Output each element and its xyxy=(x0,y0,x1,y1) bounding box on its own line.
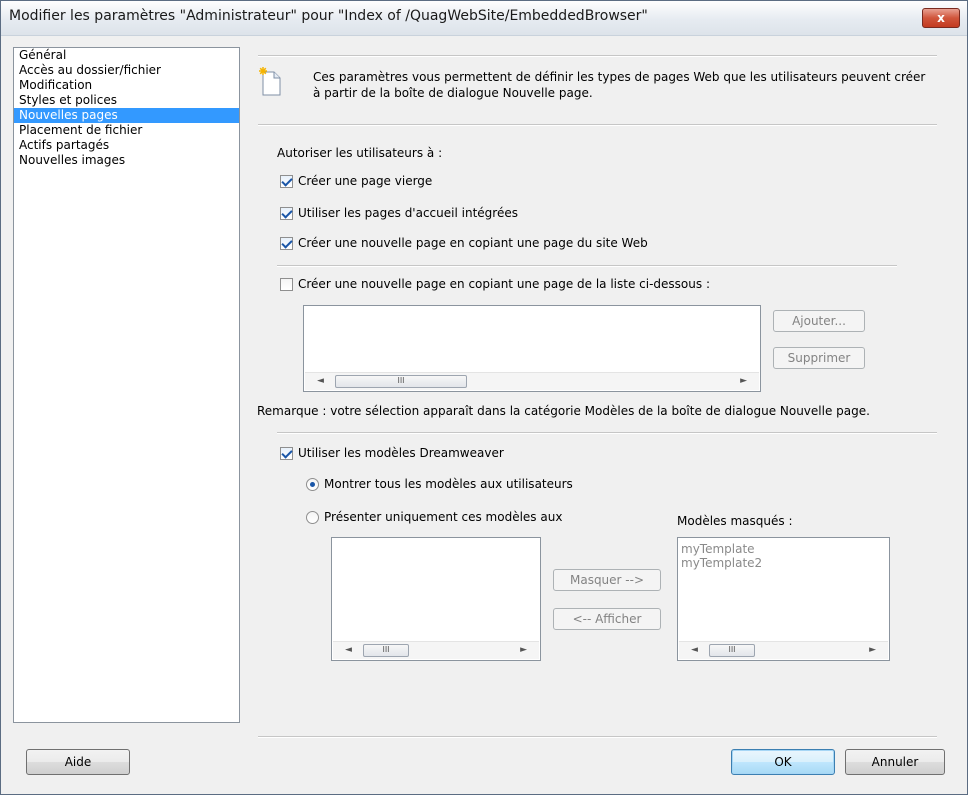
hidden-templates-label: Modèles masqués : xyxy=(677,514,793,528)
description-divider xyxy=(258,124,937,126)
page-description: Ces paramètres vous permettent de défini… xyxy=(313,70,926,100)
category-item-shared-assets[interactable]: Actifs partagés xyxy=(14,138,239,153)
page-list[interactable]: ◄ III ► xyxy=(303,305,761,392)
radio-circle[interactable] xyxy=(306,510,319,524)
show-template-button[interactable]: <-- Afficher xyxy=(553,608,661,630)
visible-templates-list[interactable]: ◄ III ► xyxy=(331,537,541,661)
preferences-dialog: Modifier les paramètres "Administrateur"… xyxy=(0,0,968,795)
list-item[interactable]: myTemplate2 xyxy=(678,556,889,570)
blank-page-label: Créer une page vierge xyxy=(298,174,433,188)
top-divider xyxy=(258,55,937,57)
help-button[interactable]: Aide xyxy=(26,749,130,775)
builtin-pages-label: Utiliser les pages d'accueil intégrées xyxy=(298,206,518,220)
show-some-templates-radio[interactable]: Présenter uniquement ces modèles aux xyxy=(306,510,562,524)
category-item-general[interactable]: Général xyxy=(14,48,239,63)
ok-button[interactable]: OK xyxy=(731,749,835,775)
hidden-templates-list[interactable]: myTemplate myTemplate2 ◄ III ► xyxy=(677,537,890,661)
page-list-scrollbar[interactable]: ◄ III ► xyxy=(305,372,759,390)
note-text: Remarque : votre sélection apparaît dans… xyxy=(257,404,870,418)
category-item-styles-fonts[interactable]: Styles et polices xyxy=(14,93,239,108)
checkbox-box[interactable] xyxy=(280,277,293,291)
allow-users-label: Autoriser les utilisateurs à : xyxy=(277,146,443,160)
scroll-left-icon[interactable]: ◄ xyxy=(317,376,324,386)
close-button[interactable]: x xyxy=(922,8,960,28)
show-all-templates-label: Montrer tous les modèles aux utilisateur… xyxy=(324,477,573,491)
visible-templates-scrollbar[interactable]: ◄ III ► xyxy=(333,641,539,659)
scroll-right-icon[interactable]: ► xyxy=(869,645,876,655)
category-list[interactable]: Général Accès au dossier/fichier Modific… xyxy=(13,47,240,723)
list-item[interactable]: myTemplate xyxy=(678,542,889,556)
title-bar[interactable]: Modifier les paramètres "Administrateur"… xyxy=(1,1,967,36)
show-some-templates-label: Présenter uniquement ces modèles aux xyxy=(324,510,563,524)
copy-site-page-checkbox[interactable]: Créer une nouvelle page en copiant une p… xyxy=(280,236,648,250)
category-item-file-placement[interactable]: Placement de fichier xyxy=(14,123,239,138)
scroll-thumb[interactable]: III xyxy=(335,375,467,388)
radio-circle[interactable] xyxy=(306,477,319,491)
scroll-right-icon[interactable]: ► xyxy=(740,376,747,386)
dreamweaver-templates-label: Utiliser les modèles Dreamweaver xyxy=(298,446,504,460)
copy-site-page-label: Créer une nouvelle page en copiant une p… xyxy=(298,236,648,250)
hide-template-button[interactable]: Masquer --> xyxy=(553,569,661,591)
hidden-templates-scrollbar[interactable]: ◄ III ► xyxy=(679,641,888,659)
remove-button[interactable]: Supprimer xyxy=(773,347,865,369)
show-all-templates-radio[interactable]: Montrer tous les modèles aux utilisateur… xyxy=(306,477,573,491)
add-button[interactable]: Ajouter... xyxy=(773,310,865,332)
checkbox-box[interactable] xyxy=(280,206,293,220)
copy-list-page-checkbox[interactable]: Créer une nouvelle page en copiant une p… xyxy=(280,277,710,291)
category-item-new-pages[interactable]: Nouvelles pages xyxy=(14,108,239,123)
scroll-left-icon[interactable]: ◄ xyxy=(691,645,698,655)
cancel-button[interactable]: Annuler xyxy=(845,749,945,775)
copy-list-page-label: Créer une nouvelle page en copiant une p… xyxy=(298,277,710,291)
category-item-new-images[interactable]: Nouvelles images xyxy=(14,153,239,168)
window-title: Modifier les paramètres "Administrateur"… xyxy=(9,8,648,24)
blank-page-checkbox[interactable]: Créer une page vierge xyxy=(280,174,432,188)
new-page-icon xyxy=(259,67,281,96)
dreamweaver-templates-checkbox[interactable]: Utiliser les modèles Dreamweaver xyxy=(280,446,504,460)
scroll-left-icon[interactable]: ◄ xyxy=(345,645,352,655)
scroll-thumb[interactable]: III xyxy=(709,644,755,657)
category-item-file-access[interactable]: Accès au dossier/fichier xyxy=(14,63,239,78)
options-divider xyxy=(277,265,897,267)
category-item-editing[interactable]: Modification xyxy=(14,78,239,93)
scroll-right-icon[interactable]: ► xyxy=(520,645,527,655)
checkbox-box[interactable] xyxy=(280,174,293,188)
checkbox-box[interactable] xyxy=(280,236,293,250)
footer-divider xyxy=(258,736,937,738)
builtin-pages-checkbox[interactable]: Utiliser les pages d'accueil intégrées xyxy=(280,206,518,220)
scroll-thumb[interactable]: III xyxy=(363,644,409,657)
templates-divider xyxy=(277,432,937,434)
checkbox-box[interactable] xyxy=(280,446,293,460)
